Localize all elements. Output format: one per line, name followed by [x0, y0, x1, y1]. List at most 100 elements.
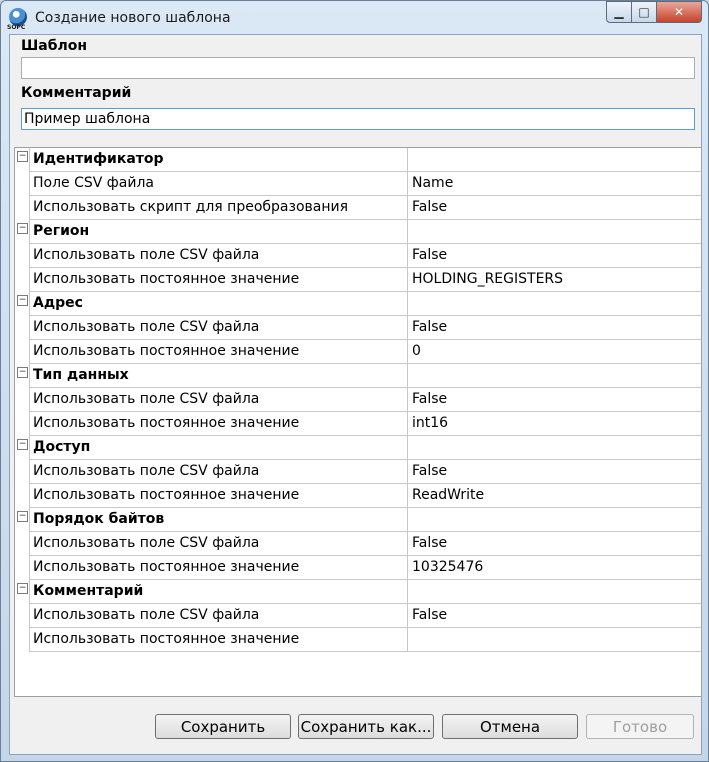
collapse-icon[interactable]: − [17, 223, 28, 234]
collapse-icon[interactable]: − [17, 151, 28, 162]
column-divider [407, 268, 408, 292]
property-value[interactable]: 0 [412, 343, 697, 359]
property-row[interactable]: Использовать поле CSV файла False [15, 244, 701, 268]
property-name: Использовать поле CSV файла [33, 247, 260, 263]
maximize-icon: □ [638, 5, 650, 19]
property-value[interactable]: False [412, 199, 697, 215]
category-name: Тип данных [33, 367, 129, 383]
property-grid[interactable]: − Идентификатор Поле CSV файла Name Использо… [14, 147, 702, 697]
collapse-icon[interactable]: − [17, 367, 28, 378]
collapse-icon[interactable]: − [17, 511, 28, 522]
property-row[interactable]: Использовать постоянное значение ReadWrit… [15, 484, 701, 508]
property-row[interactable]: Использовать постоянное значение 10325476 [15, 556, 701, 580]
property-row[interactable]: Использовать постоянное значение [15, 628, 701, 652]
category-row[interactable]: − Адрес [15, 292, 701, 316]
property-name: Использовать скрипт для преобразования [33, 199, 349, 215]
property-row[interactable]: Использовать поле CSV файла False [15, 604, 701, 628]
property-name: Использовать постоянное значение [33, 631, 300, 647]
property-value[interactable]: ReadWrite [412, 487, 697, 503]
column-divider [407, 628, 408, 652]
category-name: Комментарий [33, 583, 144, 599]
property-row[interactable]: Использовать скрипт для преобразования Fa… [15, 196, 701, 220]
comment-label: Комментарий [21, 85, 132, 101]
row-divider [29, 651, 701, 652]
property-name: Использовать постоянное значение [33, 559, 300, 575]
property-name: Использовать постоянное значение [33, 415, 300, 431]
title-bar[interactable]: SOPC Создание нового шаблона ▁ □ ✕ [1, 1, 708, 35]
property-value[interactable]: False [412, 391, 697, 407]
column-divider [407, 532, 408, 556]
category-name: Идентификатор [33, 151, 164, 167]
category-row[interactable]: − Доступ [15, 436, 701, 460]
column-divider [407, 484, 408, 508]
property-name: Использовать поле CSV файла [33, 607, 260, 623]
window-title: Создание нового шаблона [35, 10, 231, 26]
category-name: Регион [33, 223, 90, 239]
property-name: Поле CSV файла [33, 175, 154, 191]
column-divider [407, 316, 408, 340]
comment-input[interactable]: Пример шаблона [21, 108, 695, 130]
property-name: Использовать постоянное значение [33, 343, 300, 359]
template-label: Шаблон [21, 38, 88, 54]
property-value[interactable]: int16 [412, 415, 697, 431]
dialog-window: SOPC Создание нового шаблона ▁ □ ✕ Шабло… [0, 0, 709, 762]
column-divider [407, 172, 408, 196]
collapse-icon[interactable]: − [17, 295, 28, 306]
property-row[interactable]: Поле CSV файла Name [15, 172, 701, 196]
property-value[interactable]: False [412, 607, 697, 623]
column-divider [407, 388, 408, 412]
category-row[interactable]: − Комментарий [15, 580, 701, 604]
column-divider [407, 604, 408, 628]
property-row[interactable]: Использовать постоянное значение HOLDING_… [15, 268, 701, 292]
category-name: Порядок байтов [33, 511, 165, 527]
close-icon: ✕ [673, 5, 685, 19]
property-name: Использовать постоянное значение [33, 487, 300, 503]
cancel-button[interactable]: Отмена [442, 714, 578, 739]
column-divider [407, 196, 408, 220]
property-value[interactable]: HOLDING_REGISTERS [412, 271, 697, 287]
save-as-button[interactable]: Сохранить как... [298, 714, 434, 739]
save-button[interactable]: Сохранить [155, 714, 291, 739]
category-row[interactable]: − Тип данных [15, 364, 701, 388]
column-divider [407, 148, 408, 172]
category-row[interactable]: − Идентификатор [15, 148, 701, 172]
property-value[interactable]: Name [412, 175, 697, 191]
column-divider [407, 364, 408, 388]
close-button[interactable]: ✕ [657, 1, 702, 23]
category-row[interactable]: − Порядок байтов [15, 508, 701, 532]
property-row[interactable]: Использовать постоянное значение int16 [15, 412, 701, 436]
property-name: Использовать поле CSV файла [33, 463, 260, 479]
category-row[interactable]: − Регион [15, 220, 701, 244]
property-name: Использовать поле CSV файла [33, 319, 260, 335]
property-row[interactable]: Использовать постоянное значение 0 [15, 340, 701, 364]
column-divider [407, 340, 408, 364]
column-divider [407, 244, 408, 268]
category-name: Доступ [33, 439, 91, 455]
done-button: Готово [586, 714, 694, 739]
app-logo-label: SOPC [7, 24, 26, 31]
minimize-button[interactable]: ▁ [606, 1, 632, 23]
property-name: Использовать постоянное значение [33, 271, 300, 287]
property-value[interactable]: 10325476 [412, 559, 697, 575]
property-value[interactable]: False [412, 247, 697, 263]
property-value[interactable]: False [412, 319, 697, 335]
category-name: Адрес [33, 295, 83, 311]
column-divider [407, 412, 408, 436]
property-row[interactable]: Использовать поле CSV файла False [15, 388, 701, 412]
property-value[interactable]: False [412, 535, 697, 551]
property-row[interactable]: Использовать поле CSV файла False [15, 460, 701, 484]
column-divider [407, 220, 408, 244]
column-divider [407, 436, 408, 460]
maximize-button[interactable]: □ [632, 1, 657, 23]
property-value[interactable]: False [412, 463, 697, 479]
column-divider [407, 460, 408, 484]
template-name-input[interactable] [21, 57, 695, 79]
column-divider [407, 508, 408, 532]
collapse-icon[interactable]: − [17, 583, 28, 594]
property-row[interactable]: Использовать поле CSV файла False [15, 316, 701, 340]
collapse-icon[interactable]: − [17, 439, 28, 450]
property-row[interactable]: Использовать поле CSV файла False [15, 532, 701, 556]
property-name: Использовать поле CSV файла [33, 535, 260, 551]
minimize-icon: ▁ [614, 5, 624, 19]
column-divider [407, 580, 408, 604]
